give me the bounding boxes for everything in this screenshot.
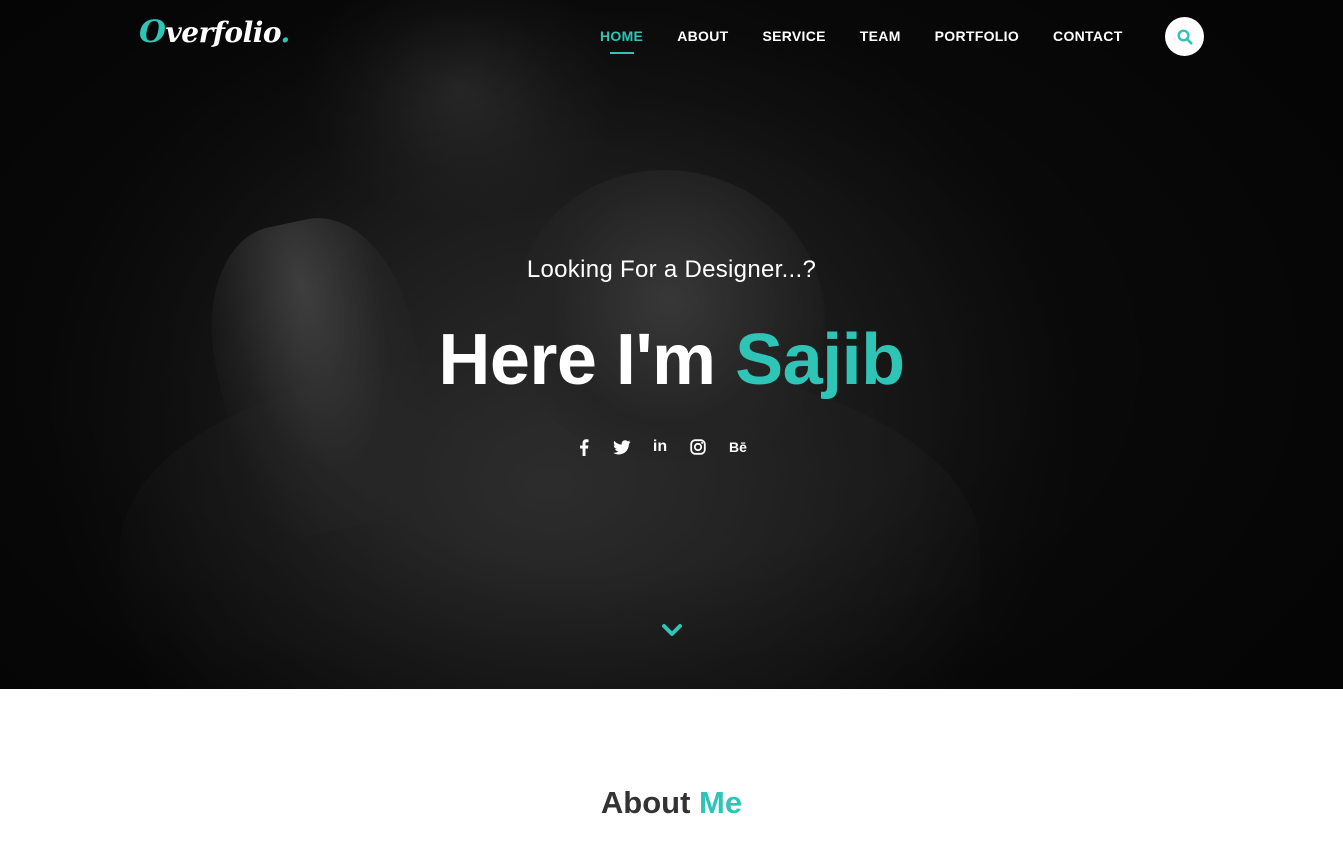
behance-icon: Bē <box>729 439 747 455</box>
nav-item-portfolio[interactable]: PORTFOLIO <box>935 28 1019 48</box>
background-photo-body <box>120 360 980 689</box>
facebook-link[interactable] <box>574 436 594 458</box>
about-section: About Me <box>0 689 1343 845</box>
logo-text: verfolio <box>165 16 282 49</box>
behance-link[interactable]: Bē <box>726 436 750 458</box>
nav-item-about[interactable]: ABOUT <box>677 28 728 48</box>
hero-section: Overfolio. HOME ABOUT SERVICE TEAM PORTF… <box>0 0 1343 689</box>
nav-item-contact[interactable]: CONTACT <box>1053 28 1123 48</box>
logo-dot: . <box>280 16 291 49</box>
search-icon <box>1176 28 1192 44</box>
nav-item-home[interactable]: HOME <box>600 28 643 54</box>
about-title-accent: Me <box>699 785 743 820</box>
site-logo[interactable]: Overfolio. <box>139 14 290 50</box>
linkedin-link[interactable]: in <box>650 436 670 458</box>
twitter-icon <box>613 439 631 454</box>
scroll-down-button[interactable] <box>659 620 685 640</box>
linkedin-icon: in <box>652 438 668 455</box>
twitter-link[interactable] <box>612 436 632 458</box>
about-title-main: About <box>600 785 700 820</box>
hero-headline: Here I'm Sajib <box>0 318 1343 402</box>
headline-name: Sajib <box>735 320 905 400</box>
about-title: About Me <box>0 785 1343 821</box>
logo-initial: O <box>139 14 166 50</box>
background-smoke <box>300 0 620 220</box>
social-links: in Bē <box>574 436 768 460</box>
nav-item-service[interactable]: SERVICE <box>762 28 825 48</box>
search-button[interactable] <box>1165 17 1204 56</box>
chevron-down-icon <box>662 624 682 636</box>
nav-item-team[interactable]: TEAM <box>860 28 901 48</box>
instagram-link[interactable] <box>688 436 708 458</box>
instagram-icon <box>690 439 706 455</box>
hero-tagline: Looking For a Designer...? <box>526 256 817 283</box>
background-photo-head <box>515 170 825 460</box>
facebook-icon <box>580 438 589 456</box>
main-nav: HOME ABOUT SERVICE TEAM PORTFOLIO CONTAC… <box>600 28 1157 54</box>
headline-prefix: Here I'm <box>438 320 736 400</box>
